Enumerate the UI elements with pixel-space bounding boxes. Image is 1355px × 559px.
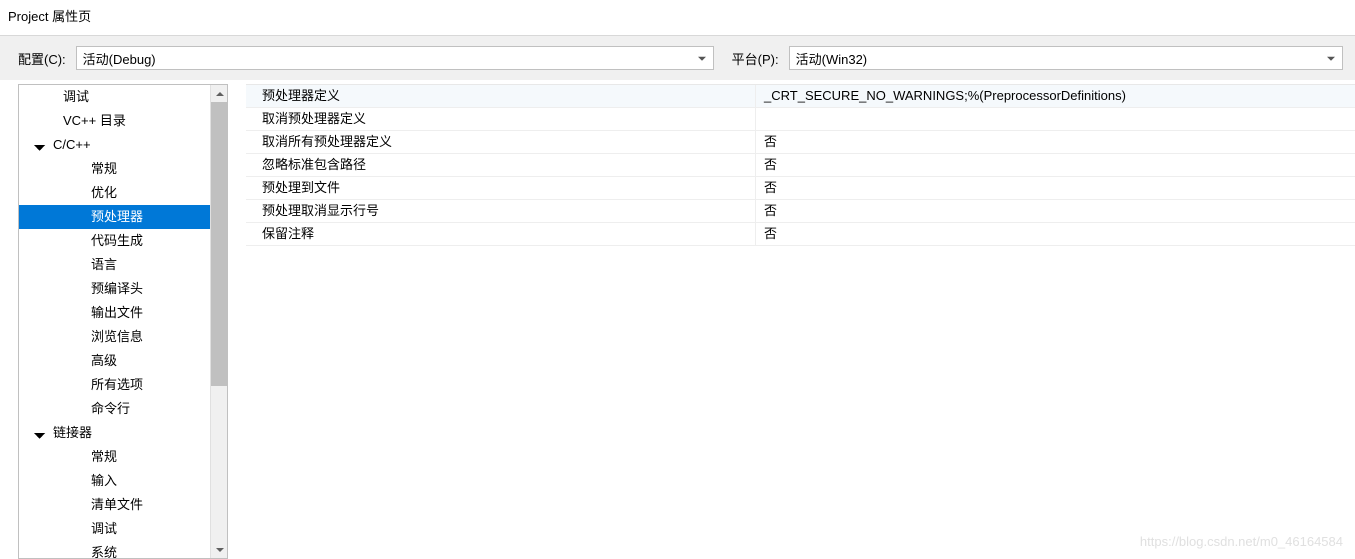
tree-item-label: 输出文件 — [91, 303, 143, 323]
platform-dropdown[interactable]: 活动(Win32) — [789, 46, 1343, 70]
tree-item[interactable]: 预编译头 — [19, 277, 210, 301]
platform-label: 平台(P): — [732, 49, 779, 68]
tree-item[interactable]: 浏览信息 — [19, 325, 210, 349]
property-row[interactable]: 保留注释否 — [246, 223, 1355, 246]
property-name: 取消预处理器定义 — [246, 108, 756, 130]
property-row[interactable]: 忽略标准包含路径否 — [246, 154, 1355, 177]
tree-item[interactable]: 命令行 — [19, 397, 210, 421]
property-value[interactable]: _CRT_SECURE_NO_WARNINGS;%(PreprocessorDe… — [756, 85, 1355, 107]
tree-item[interactable]: 链接器 — [19, 421, 210, 445]
tree-item-label: 常规 — [91, 447, 117, 467]
tree-item-label: 常规 — [91, 159, 117, 179]
tree-item-label: 代码生成 — [91, 231, 143, 251]
tree-item-label: 链接器 — [53, 423, 92, 443]
tree-item[interactable]: C/C++ — [19, 133, 210, 157]
tree-item[interactable]: 常规 — [19, 157, 210, 181]
tree-item-label: 优化 — [91, 183, 117, 203]
window-title: Project 属性页 — [0, 0, 1355, 35]
tree-item-label: 高级 — [91, 351, 117, 371]
property-name: 预处理取消显示行号 — [246, 200, 756, 222]
tree-item[interactable]: 调试 — [19, 517, 210, 541]
property-row[interactable]: 预处理器定义_CRT_SECURE_NO_WARNINGS;%(Preproce… — [246, 85, 1355, 108]
scroll-up-icon[interactable] — [211, 85, 228, 102]
tree-item-label: 命令行 — [91, 399, 130, 419]
property-name: 预处理到文件 — [246, 177, 756, 199]
tree-item-label: VC++ 目录 — [63, 111, 126, 131]
config-toolbar: 配置(C): 活动(Debug) 平台(P): 活动(Win32) — [0, 35, 1355, 80]
tree-item[interactable]: 高级 — [19, 349, 210, 373]
tree-item-label: 预处理器 — [91, 207, 143, 227]
property-row[interactable]: 预处理取消显示行号否 — [246, 200, 1355, 223]
tree-item[interactable]: 语言 — [19, 253, 210, 277]
tree-item-label: 清单文件 — [91, 495, 143, 515]
tree-item[interactable]: 输入 — [19, 469, 210, 493]
tree-item-label: 预编译头 — [91, 279, 143, 299]
config-label: 配置(C): — [18, 49, 66, 68]
config-dropdown[interactable]: 活动(Debug) — [76, 46, 714, 70]
property-value[interactable]: 否 — [756, 154, 1355, 176]
main-layout: 调试VC++ 目录C/C++常规优化预处理器代码生成语言预编译头输出文件浏览信息… — [0, 80, 1355, 559]
tree-item[interactable]: 所有选项 — [19, 373, 210, 397]
tree-item-label: C/C++ — [53, 135, 91, 155]
property-row[interactable]: 取消所有预处理器定义否 — [246, 131, 1355, 154]
tree-item[interactable]: 优化 — [19, 181, 210, 205]
property-value[interactable]: 否 — [756, 177, 1355, 199]
tree-item-label: 调试 — [91, 519, 117, 539]
tree-item-label: 调试 — [63, 87, 89, 107]
property-name: 忽略标准包含路径 — [246, 154, 756, 176]
tree-item-label: 浏览信息 — [91, 327, 143, 347]
tree-item[interactable]: 常规 — [19, 445, 210, 469]
property-table: 预处理器定义_CRT_SECURE_NO_WARNINGS;%(Preproce… — [246, 85, 1355, 246]
tree-item[interactable]: 输出文件 — [19, 301, 210, 325]
tree-item-label: 语言 — [91, 255, 117, 275]
property-value[interactable]: 否 — [756, 223, 1355, 245]
property-value[interactable]: 否 — [756, 131, 1355, 153]
tree-item[interactable]: 清单文件 — [19, 493, 210, 517]
tree-item[interactable]: 代码生成 — [19, 229, 210, 253]
config-dropdown-value[interactable]: 活动(Debug) — [76, 46, 714, 70]
property-value[interactable]: 否 — [756, 200, 1355, 222]
property-name: 取消所有预处理器定义 — [246, 131, 756, 153]
tree-item-label: 所有选项 — [91, 375, 143, 395]
tree-item[interactable]: VC++ 目录 — [19, 109, 210, 133]
tree-item[interactable]: 系统 — [19, 541, 210, 559]
property-name: 预处理器定义 — [246, 85, 756, 107]
tree-list: 调试VC++ 目录C/C++常规优化预处理器代码生成语言预编译头输出文件浏览信息… — [19, 85, 210, 559]
tree-panel: 调试VC++ 目录C/C++常规优化预处理器代码生成语言预编译头输出文件浏览信息… — [18, 84, 228, 559]
property-panel: 预处理器定义_CRT_SECURE_NO_WARNINGS;%(Preproce… — [246, 84, 1355, 559]
scroll-down-icon[interactable] — [211, 541, 228, 558]
tree-scrollbar[interactable] — [210, 85, 227, 558]
property-row[interactable]: 取消预处理器定义 — [246, 108, 1355, 131]
scroll-thumb[interactable] — [211, 102, 228, 386]
property-name: 保留注释 — [246, 223, 756, 245]
tree-item[interactable]: 预处理器 — [19, 205, 210, 229]
tree-item-label: 输入 — [91, 471, 117, 491]
tree-item[interactable]: 调试 — [19, 85, 210, 109]
platform-dropdown-value[interactable]: 活动(Win32) — [789, 46, 1343, 70]
property-row[interactable]: 预处理到文件否 — [246, 177, 1355, 200]
